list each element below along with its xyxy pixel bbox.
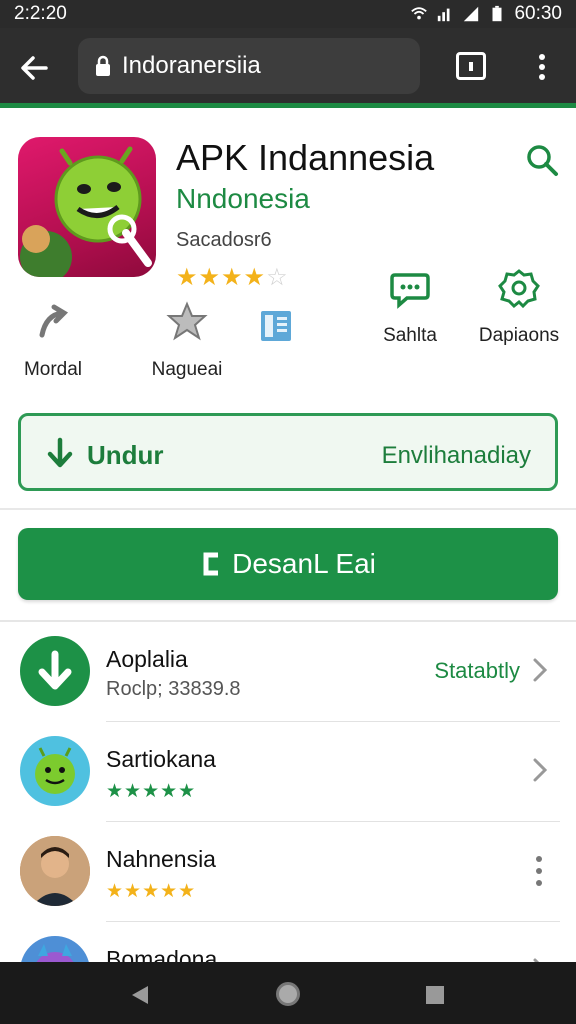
chevron-right-icon <box>533 658 548 682</box>
android-mascot-icon <box>20 146 152 277</box>
action-book[interactable] <box>254 305 298 363</box>
app-card: APK Indannesia Nndonesia Sacadosr6 ★★★★☆… <box>0 115 576 510</box>
avatar <box>20 836 90 906</box>
list-item[interactable]: Aoplalia Roclp; 33839.8 Statabtly <box>0 622 576 722</box>
status-bar: 2:2:20 60:30 <box>0 0 576 28</box>
list-item-name: Aoplalia <box>106 646 188 672</box>
list-item-rating: ★★★★★ <box>106 781 197 802</box>
app-developer: Sacadosr6 <box>176 229 272 251</box>
browser-menu-button[interactable] <box>530 50 554 84</box>
settings-gear-icon <box>498 269 540 309</box>
person-icon <box>20 836 90 906</box>
app-subtitle[interactable]: Nndonesia <box>176 183 310 215</box>
app-icon[interactable] <box>18 137 156 277</box>
action-nagueai[interactable]: Nagueai <box>144 301 230 381</box>
url-text: Indoranersiia <box>122 52 261 79</box>
tab-switcher-button[interactable] <box>456 52 486 80</box>
lock-icon <box>96 55 110 76</box>
c-logo-icon <box>203 552 219 576</box>
screen: 2:2:20 60:30 Indoranersiia APK Indannesi… <box>0 0 576 1024</box>
action-label: Sahlta <box>383 325 437 346</box>
list-item-name: Nahnensia <box>106 846 216 872</box>
download-icon <box>47 437 73 468</box>
android-avatar <box>20 736 90 806</box>
battery-icon <box>492 5 502 22</box>
address-bar[interactable]: Indoranersiia <box>78 38 420 94</box>
status-clock-right: 60:30 <box>514 3 562 24</box>
action-mordal[interactable]: Mordal <box>16 301 90 381</box>
list-item-meta: Roclp; 33839.8 <box>106 678 241 700</box>
list-item-rating: ★★★★★ <box>106 881 197 902</box>
back-arrow-icon[interactable] <box>16 50 52 86</box>
rating-stars-filled: ★★★★ <box>176 264 267 291</box>
rating-star-empty: ☆ <box>266 264 289 291</box>
app-title: APK Indannesia <box>176 137 435 178</box>
list-item-status: Statabtly <box>434 658 520 683</box>
action-label: Nagueai <box>151 359 223 380</box>
status-time: 2:2:20 <box>14 3 67 24</box>
signal-icon <box>438 8 450 22</box>
nav-recents-icon[interactable] <box>426 986 444 1004</box>
action-sahlta[interactable]: Sahlta <box>374 267 446 347</box>
book-icon <box>261 311 291 341</box>
install-right-label: Envlihanadiay <box>381 442 531 469</box>
browser-toolbar: Indoranersiia <box>0 28 576 108</box>
signal-icon-2 <box>464 6 479 22</box>
primary-download-button[interactable]: DesanL Eai <box>18 528 558 600</box>
install-button[interactable]: Undur Envlihanadiay <box>18 413 558 491</box>
curve-arrow-icon <box>39 304 69 338</box>
install-label: Undur <box>87 440 164 470</box>
list-item-name: Sartiokana <box>106 746 216 772</box>
chat-bubble-icon <box>390 273 430 309</box>
android-mascot-icon <box>35 747 75 794</box>
primary-button-label: DesanL Eai <box>232 548 376 579</box>
download-arrow-icon <box>38 650 72 690</box>
nav-back-icon[interactable] <box>130 984 150 1006</box>
list-item[interactable]: Sartiokana ★★★★★ <box>0 722 576 822</box>
status-icons: 60:30 <box>410 3 562 25</box>
wifi-icon <box>411 7 428 20</box>
chevron-right-icon <box>533 758 548 782</box>
action-label: Mordal <box>23 359 83 380</box>
search-icon[interactable] <box>525 143 559 177</box>
download-avatar <box>20 636 90 706</box>
app-rating: ★★★★☆ <box>176 263 289 292</box>
action-dapiaons[interactable]: Dapiaons <box>476 267 562 347</box>
nav-home-icon[interactable] <box>276 982 300 1006</box>
gear-star-icon <box>166 301 208 341</box>
overflow-menu-icon[interactable] <box>536 856 544 886</box>
system-nav-bar <box>0 962 576 1024</box>
action-label: Dapiaons <box>478 325 560 346</box>
list-item[interactable]: Nahnensia ★★★★★ <box>0 822 576 922</box>
